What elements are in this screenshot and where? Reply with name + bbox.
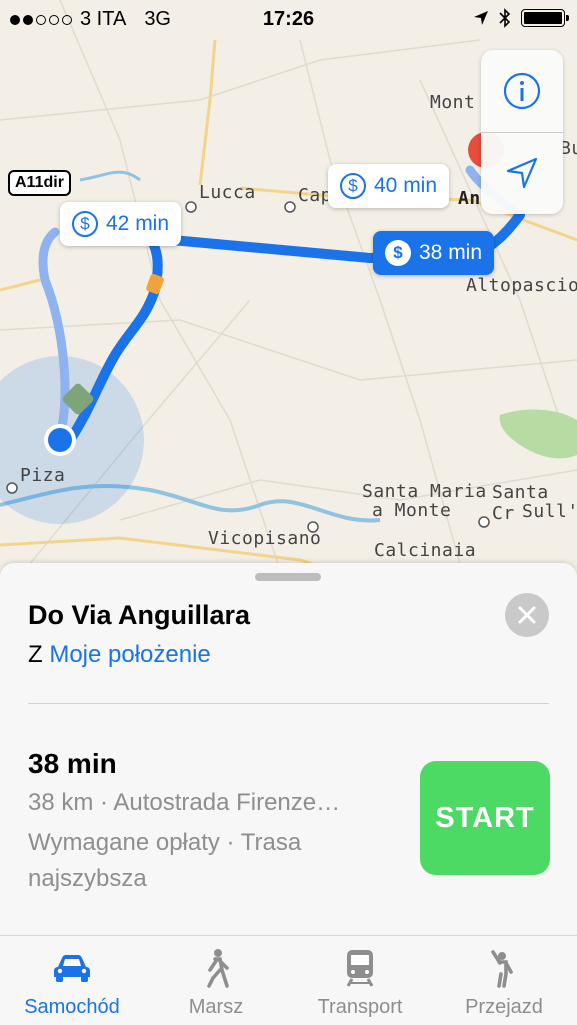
- route-note: Wymagane opłaty · Trasa najszybsza: [28, 829, 302, 892]
- origin-link[interactable]: Moje położenie: [49, 641, 210, 668]
- tab-rideshare[interactable]: Przejazd: [432, 936, 576, 1025]
- info-button[interactable]: [481, 50, 563, 132]
- tab-label: Transport: [317, 996, 403, 1018]
- tab-car[interactable]: Samochód: [0, 936, 144, 1025]
- road-shield-a11dir: A11dir: [8, 170, 71, 196]
- tab-walk[interactable]: Marsz: [144, 936, 288, 1025]
- map-label-lucca: Lucca: [199, 182, 256, 203]
- map-label-a-monte: a Monte: [372, 500, 452, 521]
- tab-transit[interactable]: Transport: [288, 936, 432, 1025]
- map-label-capannori: Cap: [298, 185, 333, 206]
- origin-line: Z Moje położenie: [28, 641, 211, 669]
- sheet-grabber[interactable]: [255, 573, 321, 581]
- battery-icon: [521, 9, 569, 27]
- route-badge-40[interactable]: $ 40 min: [328, 164, 450, 208]
- map-label-sullarno: Sull'a: [522, 501, 577, 522]
- origin-prefix: Z: [28, 641, 43, 668]
- rideshare-icon: [491, 950, 513, 988]
- directions-sheet: Do Via Anguillara Z Moje położenie 38 mi…: [0, 563, 577, 935]
- walk-icon: [207, 949, 229, 988]
- map-label-altopascio: Altopascio: [466, 275, 577, 296]
- location-services-icon: [474, 11, 488, 25]
- toll-dollar-icon: $: [340, 173, 366, 199]
- tab-label: Samochód: [24, 996, 120, 1018]
- route-distance: 38 km · Autostrada Firenze…: [28, 789, 341, 816]
- route-badge-label: 40 min: [374, 174, 438, 197]
- map-label-montecarlo: Mont: [430, 92, 476, 113]
- info-icon: [503, 72, 541, 110]
- train-icon: [346, 950, 374, 987]
- toll-dollar-icon: $: [385, 240, 411, 266]
- map-controls: [481, 50, 563, 214]
- map-label-piza: Piza: [20, 465, 66, 486]
- location-arrow-icon: [506, 157, 538, 189]
- tab-label: Marsz: [188, 996, 244, 1018]
- map-label-santa-maria: Santa Maria: [362, 481, 487, 502]
- tab-label: Przejazd: [465, 996, 543, 1018]
- transport-mode-tabbar: Samochód Marsz Transport Przejazd: [0, 935, 577, 1025]
- route-badge-label: 38 min: [419, 241, 483, 264]
- map-label-vicopisano: Vicopisano: [208, 528, 322, 549]
- start-button[interactable]: START: [420, 761, 550, 875]
- map-label-calcinaia: Calcinaia: [374, 540, 477, 561]
- divider: [28, 703, 549, 704]
- close-icon: [518, 606, 536, 624]
- route-badge-38-selected[interactable]: $ 38 min: [373, 231, 495, 275]
- destination-title: Do Via Anguillara: [28, 600, 251, 630]
- status-bar: 3 ITA 3G 17:26: [0, 0, 577, 38]
- current-location-button[interactable]: [481, 132, 563, 214]
- toll-dollar-icon: $: [72, 211, 98, 237]
- car-icon: [54, 955, 90, 982]
- route-badge-label: 42 min: [106, 212, 170, 235]
- route-badge-42[interactable]: $ 42 min: [60, 202, 182, 246]
- route-duration: 38 min: [28, 748, 117, 779]
- user-location-dot[interactable]: [48, 428, 72, 452]
- map-view[interactable]: Lucca Cap Mont Altopascio Piza Santa Mar…: [0, 0, 577, 600]
- map-label-an: An: [458, 188, 481, 209]
- close-button[interactable]: [505, 593, 549, 637]
- bluetooth-icon: [499, 8, 511, 28]
